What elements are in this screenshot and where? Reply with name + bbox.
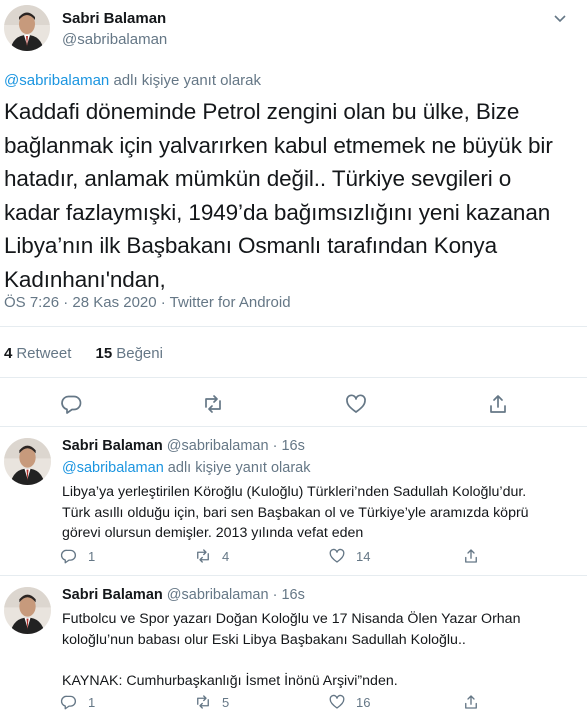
reply-to-suffix: adlı kişiye yanıt olarak [163, 460, 311, 476]
like-count: 16 [356, 694, 371, 710]
tweet-text-line: kadar fazlaymışki, 1949’da bağımsızlığın… [4, 199, 551, 225]
retweet-icon [197, 695, 209, 709]
share-action[interactable] [462, 547, 490, 565]
tweet-text: Kaddafi döneminde Petrol zengini olan bu… [4, 95, 584, 296]
chevron-down-icon[interactable] [550, 8, 570, 28]
like-action[interactable]: 14 [328, 547, 370, 565]
reply-icon [60, 549, 76, 564]
reply-header: Sabri Balaman @sabribalaman · 16s [62, 438, 305, 454]
reply-action[interactable]: 1 [60, 693, 95, 711]
like-action[interactable]: 16 [328, 693, 370, 711]
retweet-icon [197, 549, 209, 563]
divider [0, 377, 587, 378]
like-label: Beğeni [116, 345, 163, 362]
share-action[interactable] [462, 693, 490, 711]
share-icon[interactable] [486, 392, 510, 416]
avatar[interactable] [4, 587, 51, 634]
retweet-count: 5 [222, 694, 230, 710]
reply-to-suffix: adlı kişiye yanıt olarak [109, 72, 262, 89]
tweet-text-line: Kadınhanı'ndan, [4, 266, 166, 292]
share-icon [465, 549, 477, 563]
author-handle[interactable]: @sabribalaman [62, 31, 167, 48]
retweet-icon[interactable] [201, 392, 225, 416]
reply-count: 1 [88, 694, 96, 710]
tweet-time[interactable]: · 16s [273, 587, 305, 603]
tweet-text-line: hatadır, anlamak mümkün değil.. Türkiye … [4, 166, 512, 191]
retweet-count: 4 [222, 548, 230, 564]
retweet-action[interactable]: 4 [194, 547, 229, 565]
divider [0, 326, 587, 327]
like-count: 15 [95, 345, 113, 362]
retweet-label: Retweet [16, 345, 72, 362]
like-stat[interactable]: 15 Beğeni [96, 345, 163, 362]
reply-header: Sabri Balaman @sabribalaman · 16s [62, 587, 305, 603]
like-icon [329, 548, 345, 563]
tweet-timestamp[interactable]: ÖS 7:26 · 28 Kas 2020 · Twitter for Andr… [4, 294, 291, 311]
reply-context: @sabribalaman adlı kişiye yanıt olarak [4, 72, 261, 89]
like-count: 14 [356, 548, 371, 564]
reply-icon [60, 695, 76, 710]
tweet-text-line: Kaddafi döneminde Petrol zengini olan bu… [4, 99, 520, 124]
retweet-stat[interactable]: 4 Retweet [4, 345, 71, 362]
like-icon[interactable] [344, 392, 368, 416]
tweet-text-line: bağlanmak için yalvarırken kabul etmemek… [4, 132, 553, 158]
reply-context: @sabribalaman adlı kişiye yanıt olarak [62, 460, 310, 476]
reply-count: 1 [88, 548, 96, 564]
retweet-action[interactable]: 5 [194, 693, 229, 711]
author-name[interactable]: Sabri Balaman [62, 10, 166, 27]
author-name[interactable]: Sabri Balaman [62, 438, 163, 454]
reply-tweet[interactable]: Sabri Balaman @sabribalaman · 16s Futbol… [0, 576, 587, 725]
author-handle[interactable]: @sabribalaman [167, 587, 269, 603]
reply-text: Futbolcu ve Spor yazarı Doğan Koloğlu ve… [62, 611, 521, 689]
reply-text: Libya’ya yerleştirilen Köroğlu (Kuloğlu)… [62, 484, 529, 541]
author-handle[interactable]: @sabribalaman [167, 438, 269, 454]
avatar[interactable] [4, 438, 51, 485]
share-icon [465, 695, 477, 709]
author-name[interactable]: Sabri Balaman [62, 587, 163, 603]
avatar[interactable] [4, 5, 50, 51]
reply-icon[interactable] [60, 392, 84, 416]
reply-action[interactable]: 1 [60, 547, 95, 565]
engagement-stats: 4 Retweet 15 Beğeni [4, 345, 183, 362]
reply-to-link[interactable]: @sabribalaman [62, 460, 164, 476]
tweet-time[interactable]: · 16s [273, 438, 305, 454]
tweet-text-line: Libya’nın ilk Başbakanı Osmanlı tarafınd… [4, 233, 497, 258]
reply-to-link[interactable]: @sabribalaman [4, 72, 109, 89]
like-icon [329, 694, 345, 709]
reply-tweet[interactable]: Sabri Balaman @sabribalaman · 16s @sabri… [0, 427, 587, 576]
retweet-count: 4 [4, 345, 13, 362]
main-tweet: Sabri Balaman @sabribalaman @sabribalama… [0, 0, 587, 427]
